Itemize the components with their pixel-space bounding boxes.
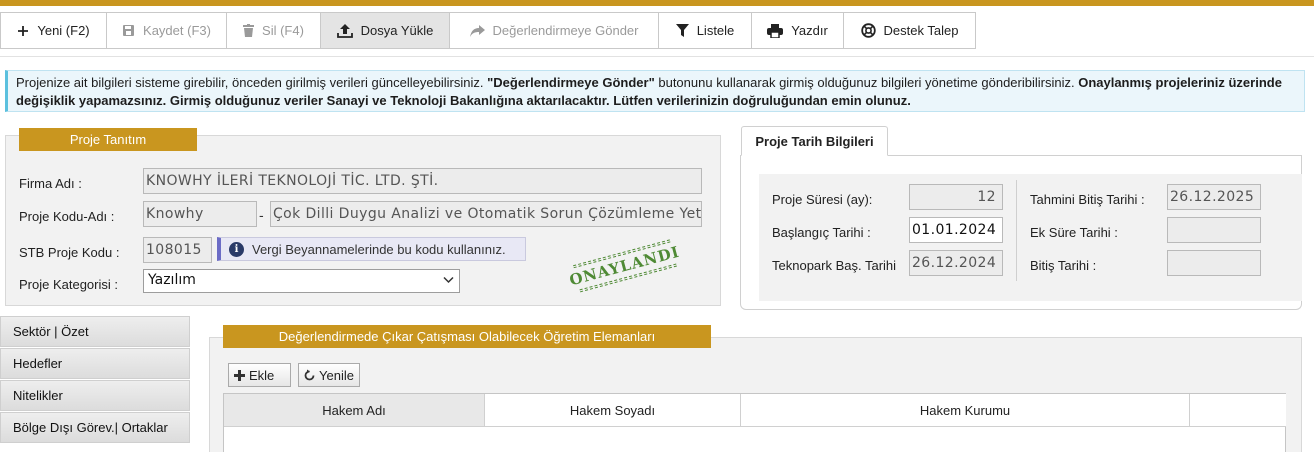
kod-ad-separator: - — [259, 207, 264, 223]
sidebar-item-sektor-ozet[interactable]: Sektör | Özet — [0, 316, 190, 347]
new-button[interactable]: Yeni (F2) — [0, 12, 107, 49]
toolbar: Yeni (F2) Kaydet (F3) Sil (F4) Dosya Yük… — [0, 12, 976, 49]
sidebar-item-nitelikler[interactable]: Nitelikler — [0, 380, 190, 411]
sure-field[interactable]: 12 — [909, 184, 1003, 210]
print-button[interactable]: Yazdır — [752, 12, 844, 49]
kategori-select-value: Yazılım — [148, 272, 196, 288]
chevron-down-icon — [443, 276, 454, 284]
firma-field[interactable]: KNOWHY İLERİ TEKNOLOJİ TİC. LTD. ŞTİ. — [143, 168, 702, 194]
vergi-info-note: i Vergi Beyannamelerinde bu kodu kullanı… — [217, 237, 526, 261]
ek-sure-field[interactable] — [1167, 217, 1261, 243]
list-button[interactable]: Listele — [659, 12, 752, 49]
info-text-2: butonunu kullanarak girmiş olduğunuz bil… — [654, 75, 1079, 90]
hakem-table: Hakem Adı Hakem Soyadı Hakem Kurumu — [223, 393, 1286, 452]
sure-label: Proje Süresi (ay): — [772, 192, 873, 207]
firma-label: Firma Adı : — [19, 176, 82, 191]
hakem-section-title: Değerlendirmede Çıkar Çatışması Olabilec… — [223, 325, 711, 348]
info-bold-1: "Değerlendirmeye Gönder" — [487, 75, 655, 90]
teknopark-label: Teknopark Baş. Tarihi — [772, 258, 897, 273]
sidebar-item-bolge-disi[interactable]: Bölge Dışı Görev.| Ortaklar — [0, 412, 190, 443]
trash-icon — [243, 24, 255, 37]
column-header-hakem-kurumu[interactable]: Hakem Kurumu — [741, 394, 1190, 427]
date-column-divider — [1016, 180, 1017, 281]
project-section-title: Proje Tanıtım — [19, 128, 197, 151]
stb-kodu-label: STB Proje Kodu : — [19, 245, 120, 260]
send-button-label: Değerlendirmeye Gönder — [492, 23, 639, 38]
kategori-label: Proje Kategorisi : — [19, 277, 118, 292]
baslangic-label: Başlangıç Tarihi : — [772, 225, 871, 240]
tab-proje-tarih[interactable]: Proje Tarih Bilgileri — [741, 126, 888, 156]
refresh-icon — [304, 369, 315, 380]
support-request-button[interactable]: Destek Talep — [844, 12, 976, 49]
upload-icon — [336, 24, 353, 38]
proje-kodu-label: Proje Kodu-Adı : — [19, 209, 115, 224]
column-header-hakem-soyadi[interactable]: Hakem Soyadı — [485, 394, 741, 427]
lifebuoy-icon — [860, 23, 876, 38]
refresh-button-label: Yenile — [319, 367, 354, 383]
sidebar-item-hedefler[interactable]: Hedefler — [0, 348, 190, 379]
toolbar-divider — [0, 56, 1314, 57]
vergi-note-text: Vergi Beyannamelerinde bu kodu kullanını… — [252, 241, 506, 257]
kategori-select[interactable]: Yazılım — [143, 269, 460, 293]
bitis-field[interactable] — [1167, 250, 1261, 276]
baslangic-field[interactable]: 01.01.2024 — [909, 217, 1003, 243]
plus-icon — [234, 369, 245, 381]
info-circle-icon: i — [229, 241, 244, 257]
delete-button[interactable]: Sil (F4) — [227, 12, 321, 49]
info-text-1: Projenize ait bilgileri sisteme girebili… — [16, 75, 488, 90]
upload-button-label: Dosya Yükle — [360, 23, 434, 38]
list-button-label: Listele — [696, 23, 735, 38]
save-button-label: Kaydet (F3) — [143, 23, 211, 38]
floppy-icon — [123, 25, 135, 36]
support-button-label: Destek Talep — [883, 23, 959, 38]
send-to-evaluation-button[interactable]: Değerlendirmeye Gönder — [450, 12, 659, 49]
new-button-label: Yeni (F2) — [37, 23, 90, 38]
teknopark-field[interactable]: 26.12.2024 — [909, 250, 1003, 276]
add-button[interactable]: Ekle — [228, 363, 291, 387]
column-header-hakem-adi[interactable]: Hakem Adı — [224, 394, 485, 427]
share-arrow-icon — [469, 24, 485, 37]
delete-button-label: Sil (F4) — [262, 23, 304, 38]
stb-kodu-field[interactable]: 108015 — [143, 237, 212, 263]
ek-sure-label: Ek Süre Tarihi : — [1030, 225, 1118, 240]
proje-kodu-field[interactable]: Knowhy — [143, 201, 257, 227]
info-alert: Projenize ait bilgileri sisteme girebili… — [5, 70, 1305, 112]
proje-adi-field[interactable]: Çok Dilli Duygu Analizi ve Otomatik Soru… — [270, 201, 702, 227]
bitis-label: Bitiş Tarihi : — [1030, 258, 1097, 273]
printer-icon — [767, 23, 784, 38]
save-button[interactable]: Kaydet (F3) — [107, 12, 227, 49]
upload-button[interactable]: Dosya Yükle — [321, 12, 450, 49]
add-button-label: Ekle — [249, 367, 275, 383]
filter-icon — [675, 24, 689, 37]
tahmini-bitis-label: Tahmini Bitiş Tarihi : — [1030, 192, 1145, 207]
top-accent-bar — [0, 0, 1314, 6]
plus-icon — [18, 25, 29, 36]
print-button-label: Yazdır — [791, 23, 828, 38]
refresh-button[interactable]: Yenile — [298, 363, 360, 387]
tahmini-bitis-field[interactable]: 26.12.2025 — [1167, 184, 1261, 210]
column-header-actions — [1190, 394, 1286, 427]
